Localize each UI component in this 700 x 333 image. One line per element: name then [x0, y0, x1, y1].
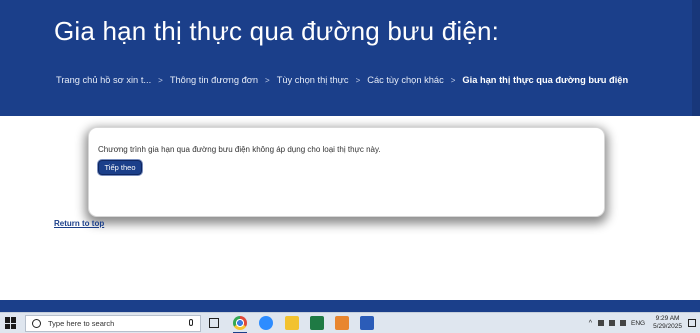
breadcrumb-applicant-info[interactable]: Thông tin đương đơn: [170, 75, 258, 85]
clock[interactable]: 9:29 AM 5/29/2025: [653, 315, 682, 331]
microphone-icon[interactable]: [189, 319, 193, 326]
next-button[interactable]: Tiếp theo: [98, 160, 142, 175]
footer-strip: [0, 300, 700, 312]
header-banner: Gia hạn thị thực qua đường bưu điện: Tra…: [0, 0, 700, 116]
breadcrumb-separator: >: [265, 75, 270, 85]
header-scroll-rail: [692, 0, 700, 116]
page-title: Gia hạn thị thực qua đường bưu điện:: [54, 16, 500, 46]
breadcrumb-separator: >: [355, 75, 361, 85]
search-icon: [32, 319, 41, 328]
chrome-icon[interactable]: [233, 316, 247, 330]
volume-icon[interactable]: [619, 320, 626, 326]
chevron-up-icon[interactable]: ^: [589, 320, 592, 327]
file-explorer-icon[interactable]: [285, 316, 299, 330]
breadcrumb: Trang chủ hồ sơ xin t... > Thông tin đươ…: [56, 75, 628, 85]
page: Gia hạn thị thực qua đường bưu điện: Tra…: [0, 0, 700, 333]
breadcrumb-current: Gia hạn thị thực qua đường bưu điện: [462, 75, 629, 85]
breadcrumb-other-options[interactable]: Các tùy chọn khác: [367, 75, 443, 85]
language-indicator[interactable]: ENG: [631, 320, 645, 327]
breadcrumb-home[interactable]: Trang chủ hồ sơ xin t...: [56, 75, 151, 85]
system-tray: ^ ENG 9:29 AM 5/29/2025: [589, 315, 696, 331]
taskbar: Type here to search ^ ENG 9:29 AM 5/29/2…: [0, 312, 700, 333]
breadcrumb-separator: >: [158, 75, 163, 85]
return-to-top-link[interactable]: Return to top: [54, 219, 104, 228]
excel-icon[interactable]: [310, 316, 324, 330]
photos-icon[interactable]: [335, 316, 349, 330]
zoom-icon[interactable]: [259, 316, 273, 330]
task-view-icon[interactable]: [209, 318, 219, 328]
dialog-message: Chương trình gia hạn qua đường bưu điện …: [98, 145, 381, 154]
clock-time: 9:29 AM: [655, 315, 680, 322]
breadcrumb-visa-options[interactable]: Tùy chọn thị thực: [277, 75, 349, 85]
clock-date: 5/29/2025: [653, 323, 682, 330]
breadcrumb-separator: >: [450, 75, 456, 85]
taskbar-search-input[interactable]: Type here to search: [25, 315, 201, 332]
network-icon[interactable]: [608, 320, 615, 326]
notifications-icon[interactable]: [688, 319, 696, 327]
info-dialog: Chương trình gia hạn qua đường bưu điện …: [88, 127, 605, 217]
search-placeholder: Type here to search: [48, 319, 115, 328]
word-icon[interactable]: [360, 316, 374, 330]
windows-start-icon[interactable]: [5, 317, 17, 329]
cloud-icon[interactable]: [597, 320, 604, 326]
